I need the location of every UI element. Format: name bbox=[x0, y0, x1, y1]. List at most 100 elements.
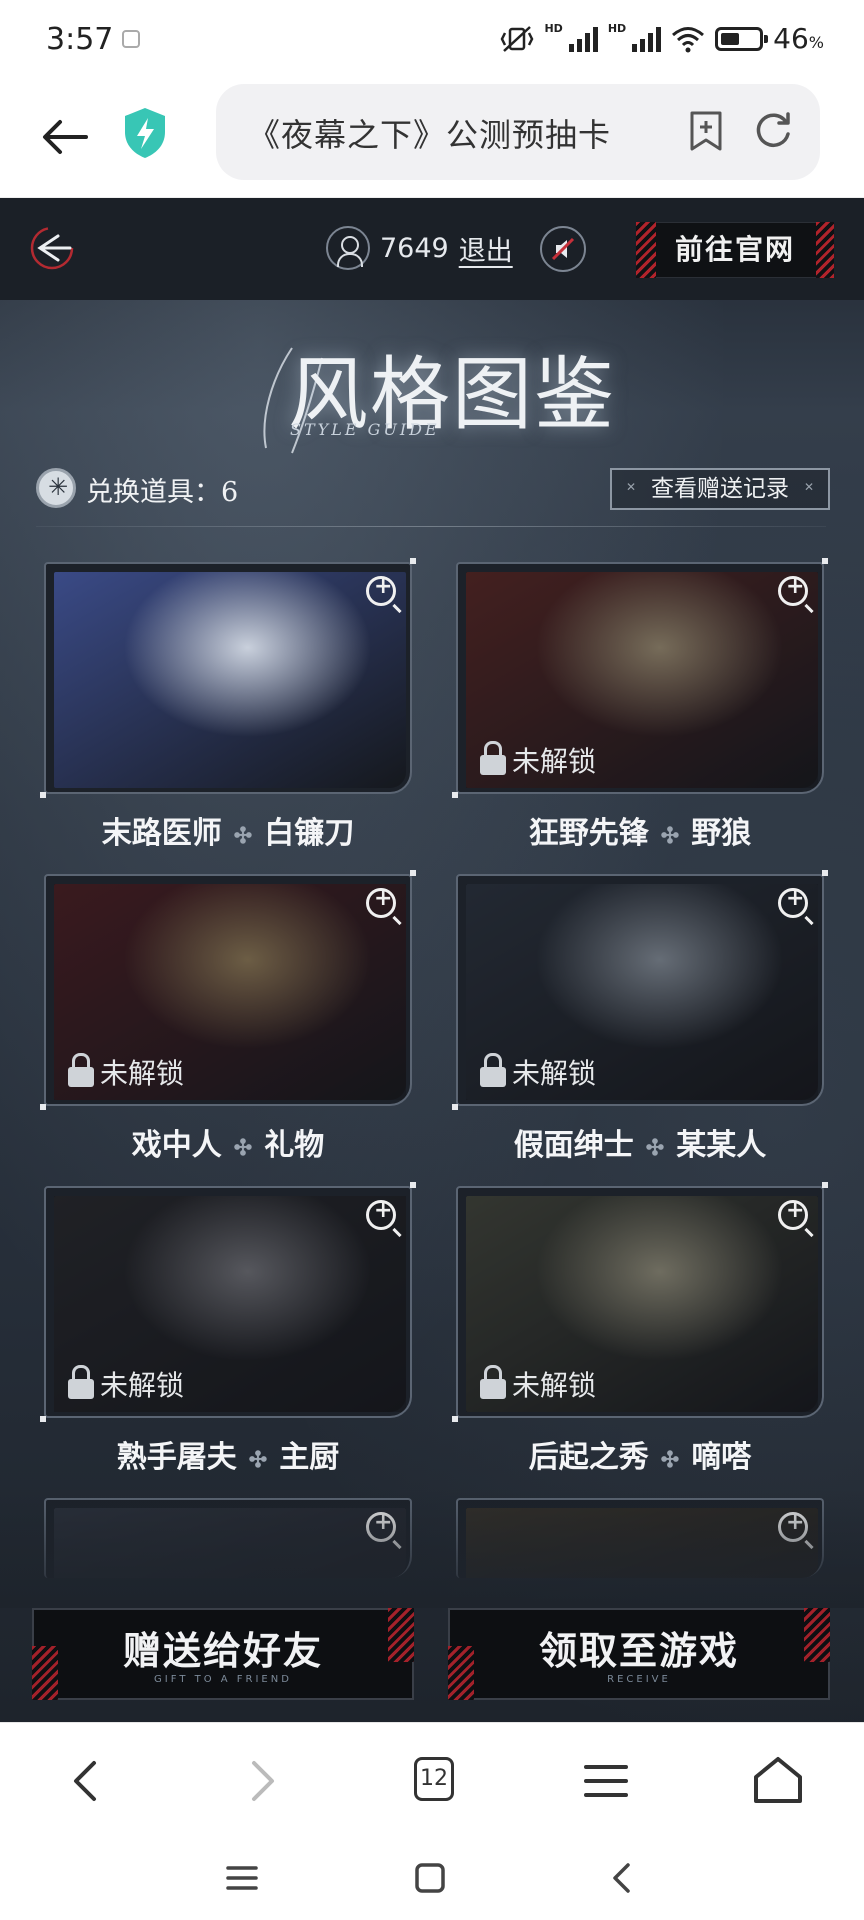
signal-icon-2 bbox=[632, 26, 662, 52]
web-page: 7649 退出 前往官网 风格图鉴 STYLE GUIDE 兑换道具：6 查看赠… bbox=[0, 198, 864, 1722]
browser-toolbar: 《夜幕之下》公测预抽卡 bbox=[0, 80, 864, 198]
locked-label: 未解锁 bbox=[512, 1369, 597, 1402]
exchange-count: 兑换道具：6 bbox=[86, 477, 239, 508]
divider bbox=[36, 526, 826, 527]
card-frame: 未解锁 bbox=[456, 562, 824, 794]
zoom-in-icon[interactable] bbox=[778, 574, 808, 606]
site-logo-icon[interactable] bbox=[28, 224, 76, 272]
card-role: 后起之秀 bbox=[528, 1440, 649, 1475]
wifi-icon bbox=[672, 26, 705, 52]
zoom-in-icon[interactable] bbox=[366, 1198, 396, 1230]
locked-label: 未解锁 bbox=[100, 1369, 185, 1402]
card-title: 熟手屠夫 ✣ 主厨 bbox=[44, 1432, 412, 1476]
address-bar[interactable]: 《夜幕之下》公测预抽卡 bbox=[216, 84, 820, 180]
locked-label: 未解锁 bbox=[100, 1057, 185, 1090]
separator-icon: ✣ bbox=[660, 823, 680, 849]
page-title-in-url[interactable]: 《夜幕之下》公测预抽卡 bbox=[248, 110, 668, 156]
browser-bottom-nav: 12 bbox=[0, 1722, 864, 1840]
corner-dot bbox=[410, 870, 416, 876]
gift-to-friend-button[interactable]: 赠送给好友 GIFT TO A FRIEND bbox=[32, 1608, 414, 1700]
card-style: 野狼 bbox=[691, 816, 752, 851]
zoom-in-icon[interactable] bbox=[778, 1198, 808, 1230]
corner-dot bbox=[452, 1104, 458, 1110]
separator-icon: ✣ bbox=[248, 1447, 268, 1473]
reload-icon[interactable] bbox=[752, 110, 794, 152]
corner-dot bbox=[40, 1416, 46, 1422]
status-right: HD HD 46% bbox=[500, 22, 824, 55]
system-nav-bar bbox=[0, 1840, 864, 1920]
nav-forward-icon[interactable] bbox=[232, 1753, 292, 1809]
zoom-in-icon[interactable] bbox=[366, 574, 396, 606]
locked-label: 未解锁 bbox=[512, 745, 597, 778]
receive-to-game-label: 领取至游戏 bbox=[538, 1628, 739, 1673]
card-frame bbox=[44, 562, 412, 794]
card-role: 熟手屠夫 bbox=[116, 1440, 237, 1475]
hd-label-1: HD bbox=[544, 22, 563, 35]
locked-badge: 未解锁 bbox=[68, 1364, 184, 1404]
nav-back-icon[interactable] bbox=[56, 1753, 116, 1809]
card-title: 假面绅士 ✣ 某某人 bbox=[456, 1120, 824, 1164]
bottom-fade bbox=[0, 1488, 864, 1608]
page-header: 7649 退出 前往官网 bbox=[0, 198, 864, 300]
card-style: 某某人 bbox=[676, 1128, 767, 1163]
locked-badge: 未解锁 bbox=[480, 740, 596, 780]
card-style: 白镰刀 bbox=[264, 816, 355, 851]
system-back-icon[interactable] bbox=[604, 1860, 640, 1896]
card-title: 狂野先锋 ✣ 野狼 bbox=[456, 808, 824, 852]
zoom-in-icon[interactable] bbox=[778, 886, 808, 918]
card-frame: 未解锁 bbox=[456, 1186, 824, 1418]
menu-icon[interactable] bbox=[576, 1753, 636, 1809]
receive-to-game-button[interactable]: 领取至游戏 RECEIVE bbox=[448, 1608, 830, 1700]
battery-icon bbox=[715, 26, 769, 51]
gift-record-button[interactable]: 查看赠送记录 bbox=[610, 468, 830, 510]
lock-icon bbox=[480, 741, 506, 775]
corner-dot bbox=[410, 558, 416, 564]
status-bar: 3:57 HD HD 46% bbox=[0, 0, 864, 80]
locked-badge: 未解锁 bbox=[68, 1052, 184, 1092]
card-role: 戏中人 bbox=[131, 1128, 222, 1163]
separator-icon: ✣ bbox=[645, 1135, 665, 1161]
notification-icon bbox=[122, 30, 140, 48]
locked-badge: 未解锁 bbox=[480, 1364, 596, 1404]
mute-button[interactable] bbox=[540, 226, 586, 272]
status-time: 3:57 bbox=[46, 22, 114, 57]
locked-label: 未解锁 bbox=[512, 1057, 597, 1090]
corner-dot bbox=[40, 792, 46, 798]
card-title: 戏中人 ✣ 礼物 bbox=[44, 1120, 412, 1164]
user-avatar-icon bbox=[326, 226, 370, 270]
battery-value: 46 bbox=[773, 22, 809, 55]
user-id: 7649 bbox=[380, 232, 449, 264]
security-shield-icon[interactable] bbox=[122, 106, 168, 160]
corner-dot bbox=[40, 1104, 46, 1110]
add-bookmark-icon[interactable] bbox=[686, 110, 726, 152]
recents-icon[interactable] bbox=[224, 1860, 260, 1896]
gift-to-friend-sublabel: GIFT TO A FRIEND bbox=[154, 1674, 292, 1685]
battery-unit: % bbox=[808, 33, 824, 52]
receive-to-game-sublabel: RECEIVE bbox=[607, 1674, 671, 1685]
hd-label-2: HD bbox=[607, 22, 627, 35]
card-role: 假面绅士 bbox=[513, 1128, 634, 1163]
system-home-icon[interactable] bbox=[412, 1860, 448, 1896]
user-info: 7649 退出 bbox=[326, 226, 513, 270]
zoom-in-icon[interactable] bbox=[366, 886, 396, 918]
tabs-button[interactable]: 12 bbox=[414, 1757, 454, 1801]
home-icon[interactable] bbox=[748, 1753, 808, 1809]
official-site-label: 前往官网 bbox=[674, 233, 795, 266]
corner-dot bbox=[822, 1182, 828, 1188]
lock-icon bbox=[68, 1365, 94, 1399]
official-site-button[interactable]: 前往官网 bbox=[636, 222, 834, 278]
logout-link[interactable]: 退出 bbox=[459, 229, 513, 268]
url-fade bbox=[616, 84, 676, 180]
card-title: 后起之秀 ✣ 嘀嗒 bbox=[456, 1432, 824, 1476]
lock-icon bbox=[480, 1365, 506, 1399]
card-style: 主厨 bbox=[279, 1440, 340, 1475]
back-arrow-icon[interactable] bbox=[38, 110, 92, 164]
lock-icon bbox=[480, 1053, 506, 1087]
card-frame: 未解锁 bbox=[44, 874, 412, 1106]
gift-to-friend-label: 赠送给好友 bbox=[122, 1628, 323, 1673]
card-art bbox=[54, 572, 406, 788]
vibrate-off-icon bbox=[501, 25, 534, 52]
battery-percent: 46% bbox=[773, 22, 824, 55]
corner-dot bbox=[822, 558, 828, 564]
card-title: 末路医师 ✣ 白镰刀 bbox=[44, 808, 412, 852]
